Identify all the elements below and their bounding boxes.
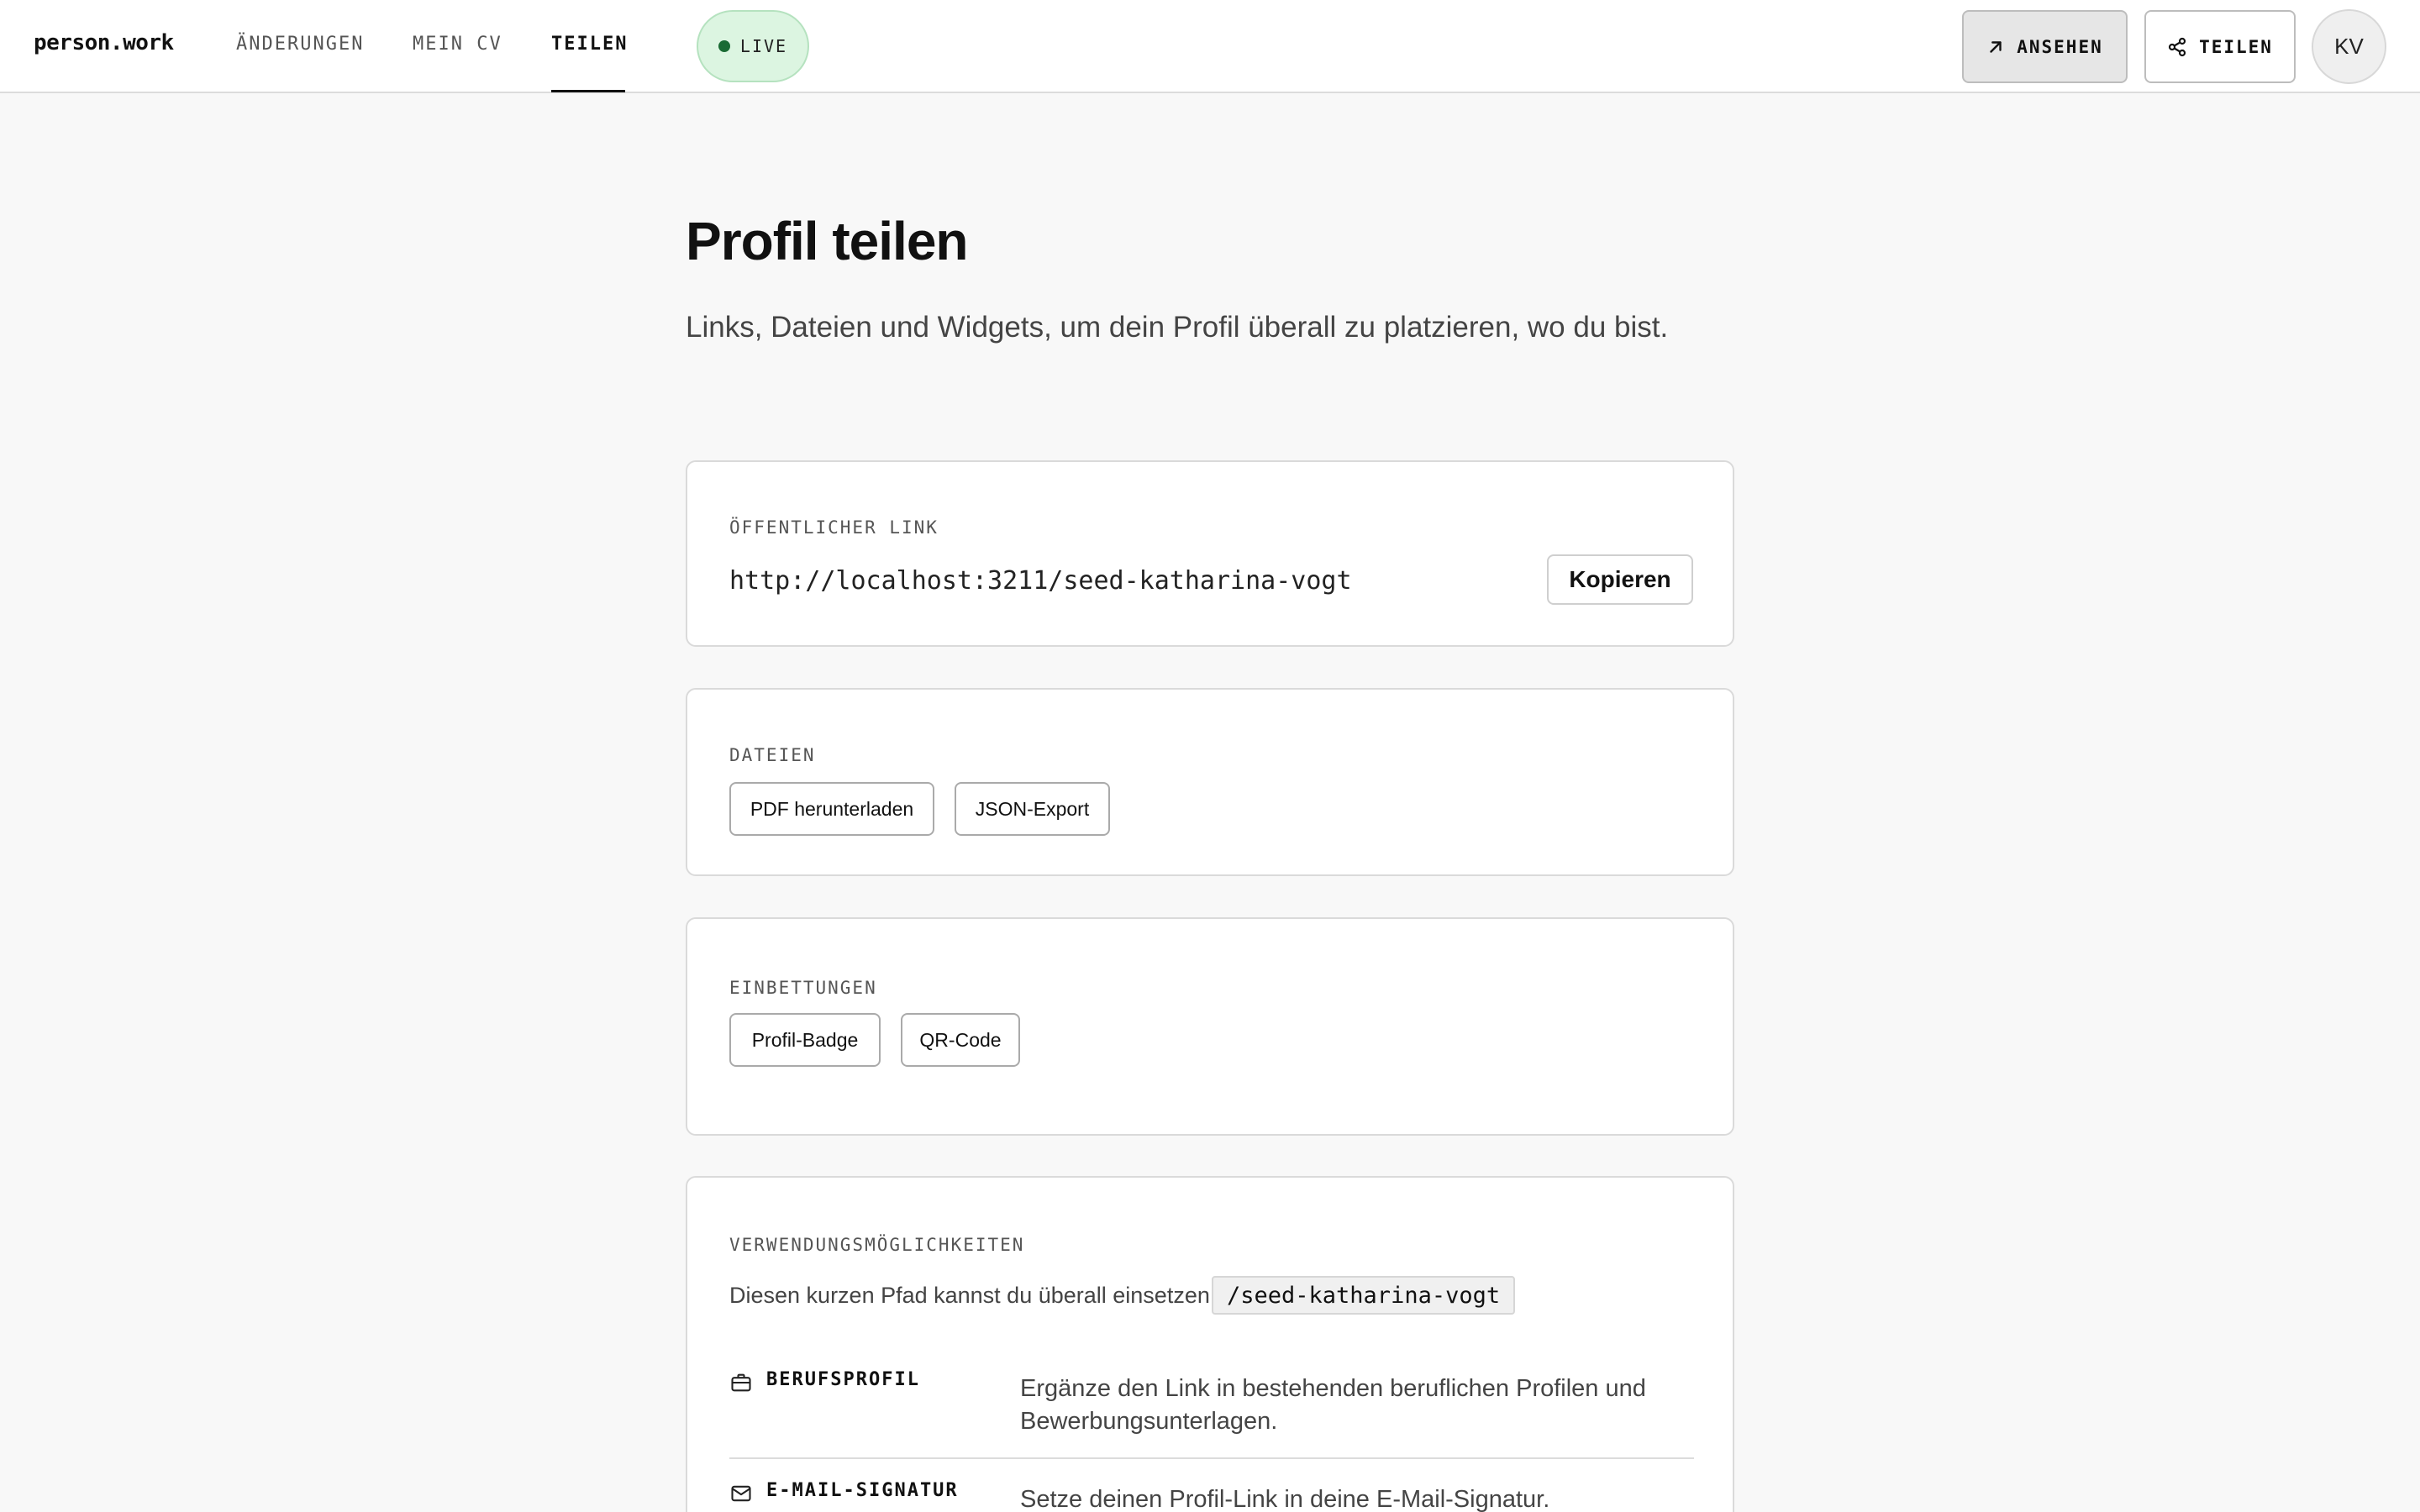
- view-profile-button[interactable]: ANSEHEN: [1962, 10, 2128, 83]
- usage-card: VERWENDUNGSMÖGLICHKEITEN Diesen kurzen P…: [686, 1176, 1734, 1512]
- profile-badge-button[interactable]: Profil-Badge: [729, 1013, 881, 1067]
- mail-icon: [731, 1485, 751, 1502]
- public-link-card: ÖFFENTLICHER LINK http://localhost:3211/…: [686, 460, 1734, 647]
- usage-item-name: E-MAIL-SIGNATUR: [766, 1480, 959, 1501]
- files-card: DATEIEN PDF herunterladen JSON-Export: [686, 688, 1734, 876]
- page-title: Profil teilen: [686, 211, 968, 271]
- usage-item-description: Setze deinen Profil-Link in deine E-Mail…: [1020, 1486, 1550, 1512]
- qr-code-button[interactable]: QR-Code: [901, 1013, 1020, 1067]
- embeds-card: EINBETTUNGEN Profil-Badge QR-Code: [686, 917, 1734, 1136]
- download-pdf-button[interactable]: PDF herunterladen: [729, 782, 934, 836]
- files-label: DATEIEN: [729, 745, 816, 765]
- top-navigation-bar: person.work ÄNDERUNGEN MEIN CV TEILEN LI…: [0, 0, 2420, 93]
- usage-item-email-signatur: E-MAIL-SIGNATUR Setze deinen Profil-Link…: [729, 1480, 1694, 1512]
- short-path-text: Diesen kurzen Pfad kannst du überall ein…: [729, 1283, 1217, 1308]
- usage-item-description: Ergänze den Link in bestehenden beruflic…: [1020, 1375, 1646, 1435]
- share-label: TEILEN: [2199, 36, 2273, 57]
- live-label: LIVE: [739, 36, 788, 56]
- nav-item-teilen[interactable]: TEILEN: [551, 34, 628, 55]
- live-dot-icon: [718, 40, 730, 52]
- active-tab-indicator: [551, 90, 625, 92]
- page-subtitle: Links, Dateien und Widgets, um dein Prof…: [686, 311, 1669, 344]
- live-status-badge: LIVE: [697, 10, 809, 82]
- usage-item-berufsprofil: BERUFSPROFIL Ergänze den Link in bestehe…: [729, 1369, 1694, 1445]
- public-link-url[interactable]: http://localhost:3211/seed-katharina-vog…: [729, 566, 1352, 596]
- public-link-label: ÖFFENTLICHER LINK: [729, 517, 939, 538]
- usage-item-name: BERUFSPROFIL: [766, 1369, 920, 1390]
- view-profile-label: ANSEHEN: [2017, 36, 2103, 57]
- nav-item-mein-cv[interactable]: MEIN CV: [413, 34, 502, 55]
- embeds-label: EINBETTUNGEN: [729, 978, 877, 998]
- usage-divider: [729, 1457, 1694, 1459]
- share-button[interactable]: TEILEN: [2144, 10, 2296, 83]
- nav-item-aenderungen[interactable]: ÄNDERUNGEN: [236, 34, 364, 55]
- logo[interactable]: person.work: [34, 30, 174, 55]
- arrow-up-right-icon: [1990, 40, 2002, 53]
- json-export-button[interactable]: JSON-Export: [955, 782, 1110, 836]
- user-avatar[interactable]: KV: [2312, 9, 2386, 84]
- share-icon: [2168, 37, 2186, 56]
- briefcase-icon: [731, 1373, 751, 1392]
- short-path-code[interactable]: /seed-katharina-vogt: [1212, 1276, 1516, 1315]
- copy-link-button[interactable]: Kopieren: [1547, 554, 1693, 605]
- usage-label: VERWENDUNGSMÖGLICHKEITEN: [729, 1235, 1025, 1255]
